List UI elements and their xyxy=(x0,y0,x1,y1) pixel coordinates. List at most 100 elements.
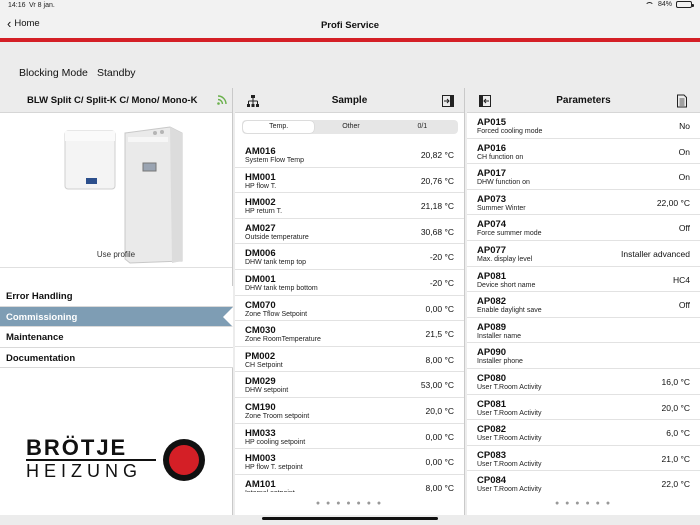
list-item[interactable]: CM190 Zone Troom setpoint 20,0 °C xyxy=(235,398,464,424)
list-item[interactable]: DM006 DHW tank temp top -20 °C xyxy=(235,244,464,270)
item-code: HM001 xyxy=(245,171,276,183)
item-value: 20,0 °C xyxy=(661,402,690,413)
item-value: 22,0 °C xyxy=(661,479,690,490)
home-indicator[interactable] xyxy=(262,517,438,520)
item-value: 8,00 °C xyxy=(425,354,454,365)
item-value: 53,00 °C xyxy=(420,380,454,391)
list-item[interactable]: HM003 HP flow T. setpoint 0,00 °C xyxy=(235,449,464,475)
battery-percent: 84% xyxy=(657,1,672,8)
blocking-mode-label: Blocking Mode xyxy=(19,67,88,79)
item-value: 8,00 °C xyxy=(425,482,454,492)
parameters-header: Parameters xyxy=(467,88,700,113)
logo-line-1: BRÖTJE xyxy=(26,435,128,460)
tab-temp[interactable]: Temp. xyxy=(243,121,315,133)
item-description: HP cooling setpoint xyxy=(245,438,306,446)
list-item[interactable]: CP084 User T.Room Activity 22,0 °C xyxy=(467,471,700,495)
sample-header: Sample xyxy=(235,88,464,113)
brotje-logo: BRÖTJE HEIZUNG xyxy=(26,435,206,484)
list-item[interactable]: AP073 Summer Winter 22,00 °C xyxy=(467,190,700,216)
list-item[interactable]: HM002 HP return T. 21,18 °C xyxy=(235,193,464,219)
nav-bar: ‹ Home Profi Service xyxy=(0,12,700,38)
list-item[interactable]: HM001 HP flow T. 20,76 °C xyxy=(235,168,464,194)
logo-line-2: HEIZUNG xyxy=(26,461,142,481)
item-value: No xyxy=(679,121,690,131)
heat-pump-illustration xyxy=(64,126,183,264)
item-value: 21,5 °C xyxy=(425,329,454,340)
item-description: System Flow Temp xyxy=(245,157,304,164)
item-value: Installer advanced xyxy=(621,248,690,259)
menu-item-documentation[interactable]: Documentation xyxy=(0,347,233,368)
item-value: 20,82 °C xyxy=(420,150,454,160)
list-item[interactable]: HM033 HP cooling setpoint 0,00 °C xyxy=(235,424,464,450)
list-item[interactable]: CP083 User T.Room Activity 21,0 °C xyxy=(467,446,700,472)
menu-item-error-handling[interactable]: Error Handling xyxy=(0,286,233,307)
item-code: AP077 xyxy=(477,244,507,256)
item-code: AM027 xyxy=(245,222,276,234)
item-code: DM006 xyxy=(245,248,276,260)
item-description: HP flow T. setpoint xyxy=(245,464,303,472)
item-code: DM001 xyxy=(245,273,276,285)
item-description: Zone RoomTemperature xyxy=(245,336,321,344)
list-item[interactable]: DM001 DHW tank temp bottom -20 °C xyxy=(235,270,464,296)
list-item[interactable]: CM070 Zone Tflow Setpoint 0,00 °C xyxy=(235,296,464,322)
item-description: HP return T. xyxy=(245,208,283,216)
menu-item-maintenance[interactable]: Maintenance xyxy=(0,327,233,348)
tab-binary[interactable]: 0/1 xyxy=(387,120,458,134)
device-panel: BLW Split C/ Split-K C/ Mono/ Mono-K Use… xyxy=(0,88,233,515)
menu-item-commissioning[interactable]: Commissioning xyxy=(0,306,233,327)
list-item[interactable]: AP081 Device short name HC4 xyxy=(467,267,700,293)
item-description: User T.Room Activity xyxy=(477,486,542,494)
item-code: AP089 xyxy=(477,321,507,333)
list-item[interactable]: CP080 User T.Room Activity 16,0 °C xyxy=(467,369,700,395)
list-item[interactable]: AP015 Forced cooling mode No xyxy=(467,113,700,139)
sample-list: AM016 System Flow Temp 20,82 °C HM001 HP flo… xyxy=(235,142,464,492)
item-description: Max. display level xyxy=(477,255,533,263)
item-value: On xyxy=(678,146,690,157)
page-indicator[interactable]: ● ● ● ● ● ● xyxy=(467,500,700,507)
item-description: Internal setpoint xyxy=(245,490,295,492)
list-item[interactable]: AM101Internal setpoint 8,00 °C xyxy=(235,475,464,492)
list-item[interactable]: AP074 Force summer mode Off xyxy=(467,215,700,241)
item-value: Off xyxy=(678,300,690,311)
item-description: HP flow T. xyxy=(245,182,277,190)
list-item[interactable]: PM002 CH Setpoint 8,00 °C xyxy=(235,347,464,373)
list-item[interactable]: AP090 Installer phone xyxy=(467,343,700,369)
list-item[interactable]: CP081 User T.Room Activity 20,0 °C xyxy=(467,395,700,421)
item-value: -20 °C xyxy=(429,277,454,288)
item-code: DM029 xyxy=(245,376,276,388)
item-code: AM101 xyxy=(245,478,276,490)
list-item[interactable]: AP077 Max. display level Installer advance… xyxy=(467,241,700,267)
list-item[interactable]: AP017 DHW function on On xyxy=(467,164,700,190)
item-code: AP082 xyxy=(477,296,507,308)
item-description: DHW tank temp top xyxy=(245,259,307,267)
parameters-panel: Parameters AP015 Forced cooling mode No AP0… xyxy=(467,88,700,515)
item-code: CP083 xyxy=(477,449,507,461)
item-description: Zone Tflow Setpoint xyxy=(245,310,308,318)
page-indicator[interactable]: ● ● ● ● ● ● ● xyxy=(235,500,464,507)
item-code: PM002 xyxy=(245,350,276,362)
export-icon[interactable] xyxy=(441,94,455,108)
item-value: 0,00 °C xyxy=(425,431,454,442)
list-item[interactable]: AP089 Installer name xyxy=(467,318,700,344)
item-code: CM190 xyxy=(245,401,276,413)
item-description: Outside temperature xyxy=(245,233,309,241)
item-code: AP015 xyxy=(477,117,507,128)
list-item[interactable]: AP016 CH function on On xyxy=(467,139,700,165)
list-item[interactable]: AP082 Enable daylight save Off xyxy=(467,292,700,318)
tab-other[interactable]: Other xyxy=(315,120,386,134)
item-value: 21,0 °C xyxy=(661,453,690,464)
list-item[interactable]: CM030 Zone RoomTemperature 21,5 °C xyxy=(235,321,464,347)
list-item[interactable]: AM016 System Flow Temp 20,82 °C xyxy=(235,142,464,168)
list-item[interactable]: DM029 DHW setpoint 53,00 °C xyxy=(235,372,464,398)
rss-icon[interactable] xyxy=(217,95,227,105)
item-description: Zone Troom setpoint xyxy=(245,412,310,420)
sample-title: Sample xyxy=(331,95,368,106)
use-profile-label[interactable]: Use profile xyxy=(0,250,232,259)
item-code: HM002 xyxy=(245,197,276,209)
item-code: CP082 xyxy=(477,424,507,436)
item-code: HM003 xyxy=(245,453,276,465)
list-item[interactable]: AM027 Outside temperature 30,68 °C xyxy=(235,219,464,245)
item-description: CH function on xyxy=(477,153,524,161)
document-icon[interactable] xyxy=(675,94,689,108)
list-item[interactable]: CP082 User T.Room Activity 6,0 °C xyxy=(467,420,700,446)
